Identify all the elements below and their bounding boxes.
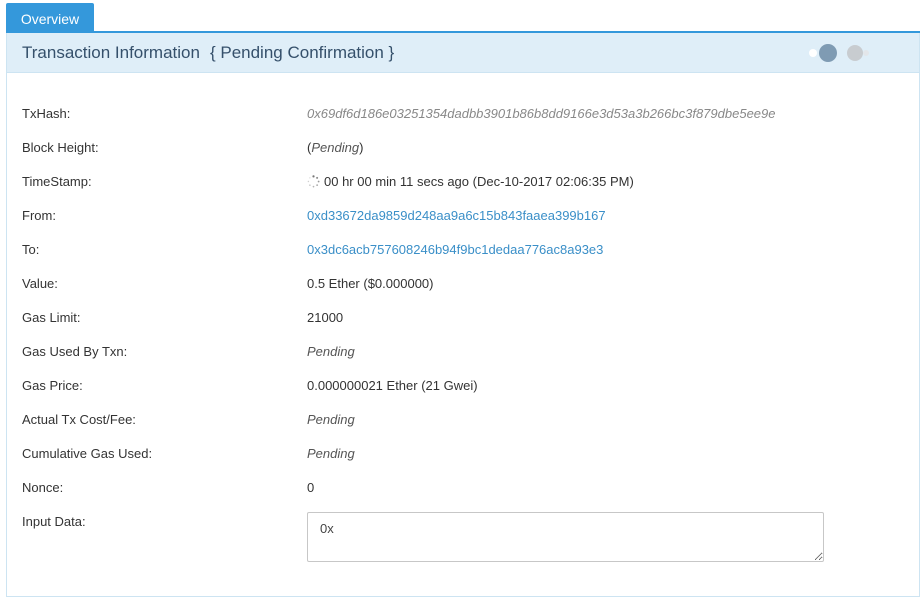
block-height-label: Block Height: — [22, 139, 99, 155]
gas-price-value: 0.000000021 Ether (21 Gwei) — [307, 377, 478, 393]
value-label: Value: — [22, 275, 58, 291]
timestamp-label: TimeStamp: — [22, 173, 92, 189]
gas-used-label: Gas Used By Txn: — [22, 343, 128, 359]
from-label: From: — [22, 207, 56, 223]
pending-confirmation-label: { Pending Confirmation } — [209, 42, 395, 62]
gas-limit-value: 21000 — [307, 309, 344, 325]
panel-title: Transaction Information — [22, 42, 200, 62]
row-txhash: TxHash: 0x69df6d186e03251354dadbb3901b86… — [22, 103, 912, 123]
row-tx-fee: Actual Tx Cost/Fee: Pending — [22, 409, 912, 429]
tab-overview[interactable]: Overview — [6, 3, 94, 34]
row-block-height: Block Height: (Pending) — [22, 137, 912, 157]
txhash-label: TxHash: — [22, 105, 71, 121]
row-gas-used: Gas Used By Txn: Pending — [22, 341, 912, 361]
row-gas-price: Gas Price: 0.000000021 Ether (21 Gwei) — [22, 375, 912, 395]
spinner-icon — [307, 174, 320, 187]
tab-bar: Overview — [0, 0, 922, 34]
nonce-value: 0 — [307, 479, 315, 495]
row-cumulative-gas: Cumulative Gas Used: Pending — [22, 443, 912, 463]
tx-fee-label: Actual Tx Cost/Fee: — [22, 411, 136, 427]
row-nonce: Nonce: 0 — [22, 477, 912, 497]
row-gas-limit: Gas Limit: 21000 — [22, 307, 912, 327]
gas-price-label: Gas Price: — [22, 377, 83, 393]
cumulative-gas-label: Cumulative Gas Used: — [22, 445, 153, 461]
row-value: Value: 0.5 Ether ($0.000000) — [22, 273, 912, 293]
from-address-link[interactable]: 0xd33672da9859d248aa9a6c15b843faaea399b1… — [307, 208, 606, 223]
row-from: From: 0xd33672da9859d248aa9a6c15b843faae… — [22, 205, 912, 225]
input-data-label: Input Data: — [22, 513, 86, 529]
cumulative-gas-value: Pending — [307, 445, 355, 461]
transaction-panel: Transaction Information { Pending Confir… — [6, 33, 920, 597]
timestamp-datetime: (Dec-10-2017 02:06:35 PM) — [472, 173, 634, 189]
to-label: To: — [22, 241, 40, 257]
timestamp-elapsed: 00 hr 00 min 11 secs ago — [324, 173, 470, 189]
input-data-textarea[interactable]: 0x — [307, 512, 824, 562]
value-amount: 0.5 Ether ($0.000000) — [307, 275, 434, 291]
tx-fee-value: Pending — [307, 411, 355, 427]
nonce-label: Nonce: — [22, 479, 64, 495]
gas-used-value: Pending — [307, 343, 355, 359]
panel-header: Transaction Information { Pending Confir… — [7, 33, 919, 73]
to-address-link[interactable]: 0x3dc6acb757608246b94f9bc1dedaa776ac8a93… — [307, 242, 603, 257]
loading-dots-icon — [809, 43, 873, 63]
row-to: To: 0x3dc6acb757608246b94f9bc1dedaa776ac… — [22, 239, 912, 259]
timestamp-value: 00 hr 00 min 11 secs ago (Dec-10-2017 02… — [307, 174, 634, 189]
block-height-value: (Pending) — [307, 139, 364, 155]
gas-limit-label: Gas Limit: — [22, 309, 81, 325]
txhash-value: 0x69df6d186e03251354dadbb3901b86b8dd9166… — [307, 105, 776, 121]
row-timestamp: TimeStamp: 00 hr 00 min 11 secs ago (Dec… — [22, 171, 912, 191]
